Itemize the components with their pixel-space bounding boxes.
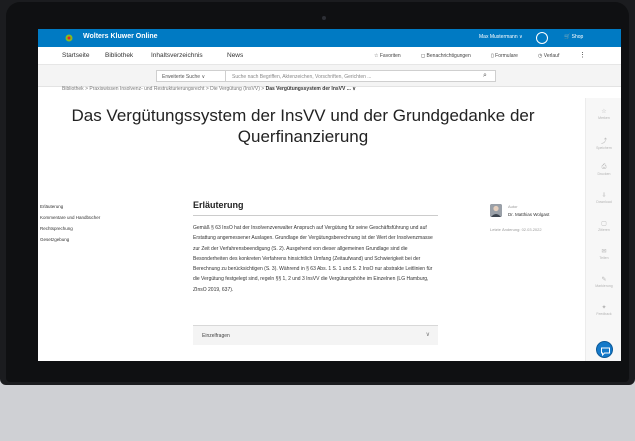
author-avatar	[490, 204, 502, 217]
app-screen: Wolters Kluwer Online Max Mustermann ∨ 🛒…	[38, 29, 621, 361]
search-bar: Erweiterte Suche ∨ Suche nach Begriffen,…	[38, 65, 621, 87]
nav-formulare[interactable]: ▯ Formulare	[491, 53, 518, 59]
pen-icon: ✎	[601, 277, 607, 283]
tool-label: Speichern	[596, 146, 612, 150]
share-icon: ✉	[601, 249, 607, 255]
tools-sidebar: ☆ Merken ⤴ Speichern ⎙ Drucken ⇩ Download ▢ Z…	[585, 98, 621, 361]
breadcrumb: Bibliothek > Praxiswissen Insolvenz- und…	[62, 86, 356, 92]
nav-favoriten[interactable]: ☆ Favoriten	[374, 53, 401, 59]
tool-label: Zitieren	[598, 228, 610, 232]
nav-benachrichtigungen[interactable]: ◻ Benachrichtigungen	[421, 53, 471, 59]
advanced-search-dropdown[interactable]: Erweiterte Suche ∨	[156, 70, 226, 82]
einzelfragen-accordion[interactable]: Einzelfragen ∨	[193, 325, 438, 345]
tool-drucken[interactable]: ⎙ Drucken	[586, 164, 622, 176]
tool-label: Download	[596, 200, 612, 204]
more-menu-icon[interactable]: ⋮	[579, 51, 586, 59]
chat-icon	[601, 347, 610, 357]
laptop-mockup: Wolters Kluwer Online Max Mustermann ∨ 🛒…	[0, 0, 635, 441]
print-icon: ⎙	[601, 164, 607, 170]
page-title: Das Vergütungssystem der InsVV und der G…	[71, 106, 535, 146]
nav-verlauf[interactable]: ◷ Verlauf	[538, 53, 559, 59]
article-text: Gemäß § 63 InsO hat der Insolvenzverwalt…	[193, 225, 433, 293]
tool-label: Drucken	[597, 172, 611, 176]
tool-teilen[interactable]: ✉ Teilen	[586, 248, 622, 260]
favoriten-label: Favoriten	[379, 53, 401, 59]
formulare-label: Formulare	[495, 53, 518, 59]
section-heading: Erläuterung	[193, 200, 244, 210]
benachrichtigungen-label: Benachrichtigungen	[426, 53, 471, 59]
tool-label: Teilen	[599, 256, 609, 260]
tool-download[interactable]: ⇩ Download	[586, 192, 622, 204]
brand-name[interactable]: Wolters Kluwer Online	[83, 33, 158, 40]
document-sections-nav: ⊙Erläuterung □Kommentare und Handbücher …	[38, 204, 100, 248]
shop-link[interactable]: 🛒 Shop	[564, 34, 583, 40]
chat-button[interactable]	[596, 341, 613, 358]
section-erlaeuterung[interactable]: ⊙Erläuterung	[38, 204, 100, 215]
verlauf-label: Verlauf	[543, 53, 560, 59]
chevron-down-icon: ∨	[425, 332, 430, 338]
top-bar: Wolters Kluwer Online Max Mustermann ∨ 🛒…	[38, 29, 621, 47]
section-label: Kommentare und Handbücher	[40, 215, 101, 220]
user-menu[interactable]: Max Mustermann ∨	[479, 34, 523, 40]
tool-markierung[interactable]: ✎ Markierung	[586, 276, 622, 288]
star-icon: ☆	[601, 109, 607, 115]
shop-label: Shop	[571, 34, 584, 40]
user-avatar-icon[interactable]	[536, 32, 548, 44]
author-name[interactable]: Dr. Matthias Wolgast	[508, 212, 549, 217]
nav-inhaltsverzeichnis[interactable]: Inhaltsverzeichnis	[151, 52, 203, 59]
einzelfragen-label: Einzelfragen	[202, 333, 230, 339]
breadcrumb-current[interactable]: Das Vergütungssystem der InsVV ... ∨	[266, 86, 356, 92]
last-change-date: Letzte Änderung: 02.03.2022	[490, 227, 542, 232]
section-label: Rechtsprechung	[40, 226, 73, 231]
divider	[193, 215, 438, 216]
quote-icon: ▢	[601, 221, 607, 227]
section-kommentare[interactable]: □Kommentare und Handbücher	[38, 215, 100, 226]
download-icon: ⇩	[601, 193, 607, 199]
nav-news[interactable]: News	[227, 52, 243, 59]
wolters-kluwer-logo-icon	[65, 34, 73, 42]
tool-merken[interactable]: ☆ Merken	[586, 108, 622, 120]
nav-bibliothek[interactable]: Bibliothek	[105, 52, 133, 59]
section-gesetzgebung[interactable]: §Gesetzgebung	[38, 237, 100, 248]
author-role: Autor	[508, 204, 518, 209]
tool-label: Merken	[598, 116, 610, 120]
camera-dot	[322, 16, 326, 20]
tool-speichern[interactable]: ⤴ Speichern	[586, 136, 622, 150]
tool-label: Feedback	[596, 312, 612, 316]
nav-startseite[interactable]: Startseite	[62, 52, 89, 59]
section-rechtsprechung[interactable]: ♆Rechtsprechung	[38, 226, 100, 237]
search-icon[interactable]: ⌕	[474, 70, 496, 82]
breadcrumb-path[interactable]: Bibliothek > Praxiswissen Insolvenz- und…	[62, 86, 266, 92]
main-nav: Startseite Bibliothek Inhaltsverzeichnis…	[38, 47, 621, 65]
tool-zitieren[interactable]: ▢ Zitieren	[586, 220, 622, 232]
tool-label: Markierung	[595, 284, 613, 288]
text-fade	[193, 291, 438, 321]
search-input[interactable]: Suche nach Begriffen, Aktenzeichen, Vors…	[226, 70, 496, 82]
tool-feedback[interactable]: ✦ Feedback	[586, 304, 622, 316]
save-icon: ⤴	[600, 139, 607, 145]
feedback-icon: ✦	[601, 305, 607, 311]
section-label: Erläuterung	[40, 204, 64, 209]
section-label: Gesetzgebung	[40, 237, 70, 242]
person-icon	[490, 204, 502, 217]
